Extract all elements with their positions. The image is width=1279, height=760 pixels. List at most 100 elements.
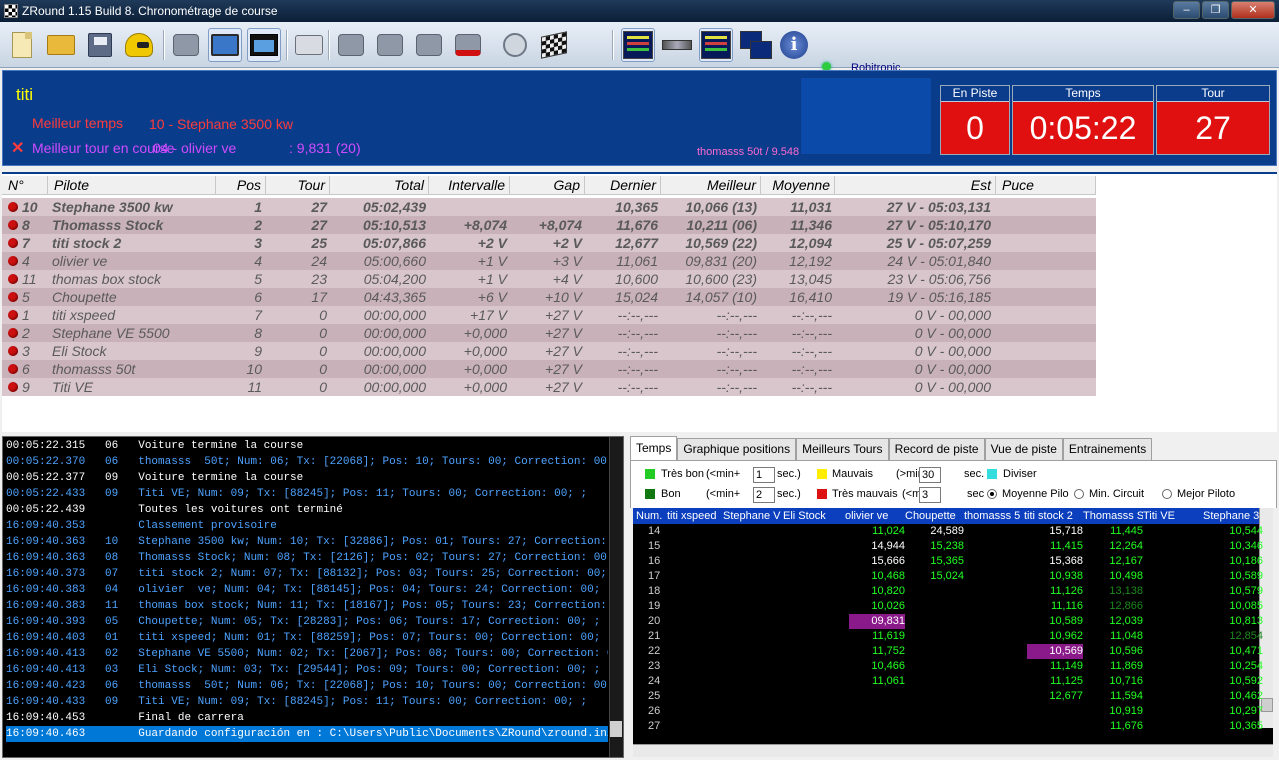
results-screen-icon[interactable] bbox=[621, 28, 655, 62]
cell-tour: 23 bbox=[311, 271, 327, 287]
mauvais-swatch bbox=[817, 469, 827, 479]
bon-input[interactable]: 2 bbox=[753, 487, 775, 503]
log-scrollbar[interactable] bbox=[609, 437, 623, 757]
new-file-icon[interactable] bbox=[5, 28, 39, 62]
stopwatch-icon[interactable] bbox=[498, 28, 532, 62]
info-icon[interactable]: i bbox=[777, 28, 811, 62]
checkered-flag-icon[interactable] bbox=[537, 28, 571, 62]
cell-gap: +8,074 bbox=[538, 217, 582, 233]
log-num: 11 bbox=[105, 600, 119, 612]
column-header-gap[interactable]: Gap bbox=[510, 176, 585, 195]
log-num: 01 bbox=[105, 632, 119, 644]
column-header-pilote[interactable]: Pilote bbox=[48, 176, 216, 195]
settings-toolbox-icon[interactable] bbox=[169, 28, 203, 62]
mauvais-input[interactable]: 30 bbox=[919, 467, 941, 483]
tab-record-de-piste[interactable]: Record de piste bbox=[888, 438, 985, 460]
live-screen-icon[interactable] bbox=[699, 28, 733, 62]
table-row[interactable]: 9 Titi VE 11 0 00:00,000 +0,000 +27 V --:--,---… bbox=[2, 378, 1096, 396]
driver-helmet-icon[interactable] bbox=[122, 28, 156, 62]
lap-grid-column[interactable]: titi xspeed bbox=[667, 508, 723, 524]
lap-grid-column[interactable]: Eli Stock bbox=[783, 508, 843, 524]
record-icon[interactable] bbox=[412, 28, 446, 62]
cell-total: 05:02,439 bbox=[362, 199, 426, 215]
toolbar-separator bbox=[328, 30, 330, 60]
lap-time-cell: 10,716 bbox=[1109, 675, 1143, 687]
tab-meilleurs-tours[interactable]: Meilleurs Tours bbox=[796, 438, 889, 460]
save-disk-icon[interactable] bbox=[83, 28, 117, 62]
tab-entrainements[interactable]: Entrainements bbox=[1062, 438, 1153, 460]
lap-grid-column[interactable]: Thomasss S bbox=[1083, 508, 1143, 524]
maximize-icon[interactable]: ❐ bbox=[1202, 1, 1229, 19]
multi-window-icon[interactable] bbox=[738, 28, 772, 62]
table-row[interactable]: 5 Choupette 6 17 04:43,365 +6 V +10 V 15,024 14,… bbox=[2, 288, 1096, 306]
lap-number: 26 bbox=[648, 705, 661, 717]
column-header-est[interactable]: Est bbox=[835, 176, 996, 195]
log-num: 07 bbox=[105, 568, 119, 580]
tab-graphique-positions[interactable]: Graphique positions bbox=[677, 438, 797, 460]
printer-icon[interactable] bbox=[292, 28, 326, 62]
cell-tour: 27 bbox=[311, 217, 327, 233]
cell-num: 2 bbox=[22, 325, 30, 341]
lap-number: 14 bbox=[648, 525, 661, 537]
display-monitor-icon[interactable] bbox=[208, 28, 242, 62]
close-icon[interactable]: ✕ bbox=[1231, 1, 1275, 19]
cell-total: 00:00,000 bbox=[363, 307, 426, 323]
lap-times-grid: Num. titi xspeed Stephane V Eli Stock olivie… bbox=[633, 508, 1273, 744]
table-row[interactable]: 1 titi xspeed 7 0 00:00,000 +17 V +27 V --:--,-… bbox=[2, 306, 1096, 324]
column-header-dernier[interactable]: Dernier bbox=[585, 176, 661, 195]
table-row[interactable]: 4 olivier ve 4 24 05:00,660 +1 V +3 V 11,061 09,… bbox=[2, 252, 1096, 270]
table-row[interactable]: 8 Thomasss Stock 2 27 05:10,513 +8,074 +8,074 1… bbox=[2, 216, 1096, 234]
open-folder-icon[interactable] bbox=[44, 28, 78, 62]
race-film-icon[interactable] bbox=[247, 28, 281, 62]
lap-grid-column[interactable]: Choupette bbox=[905, 508, 964, 524]
cell-total: 00:00,000 bbox=[363, 325, 426, 341]
log-time: 00:05:22.377 bbox=[6, 472, 86, 484]
tres-bon-input[interactable]: 1 bbox=[753, 467, 775, 483]
log-scroll-thumb[interactable] bbox=[610, 721, 622, 737]
lap-grid-column[interactable]: Stephane V bbox=[723, 508, 783, 524]
cell-est: 27 V - 05:03,131 bbox=[886, 199, 991, 215]
announcer-icon[interactable] bbox=[334, 28, 368, 62]
cell-pilote: thomasss 50t bbox=[52, 361, 136, 377]
interface-bar-icon[interactable] bbox=[660, 28, 694, 62]
camera-icon[interactable] bbox=[373, 28, 407, 62]
tab-vue-de-piste[interactable]: Vue de piste bbox=[984, 438, 1063, 460]
column-header-meilleur[interactable]: Meilleur bbox=[661, 176, 761, 195]
column-header-intervalle[interactable]: Intervalle bbox=[429, 176, 510, 195]
log-line: 00:05:22.315 06 Voiture termine la cours… bbox=[6, 438, 608, 454]
table-row[interactable]: 11 thomas box stock 5 23 05:04,200 +1 V +4 V 10… bbox=[2, 270, 1096, 288]
column-header-pos[interactable]: Pos bbox=[216, 176, 266, 195]
lap-grid-column[interactable]: olivier ve bbox=[845, 508, 905, 524]
log-num: 03 bbox=[105, 664, 119, 676]
mejor-piloto-radio[interactable] bbox=[1162, 489, 1172, 499]
table-row[interactable]: 10 Stephane 3500 kw 1 27 05:02,439 10,365 10,0… bbox=[2, 198, 1096, 216]
lap-grid-column[interactable]: titi stock 2 bbox=[1024, 508, 1083, 524]
column-header-moyenne[interactable]: Moyenne bbox=[761, 176, 835, 195]
lap-grid-column[interactable]: Titi VE bbox=[1143, 508, 1203, 524]
moyenne-radio[interactable] bbox=[987, 489, 997, 499]
column-header-tour[interactable]: Tour bbox=[266, 176, 330, 195]
timer-record-icon[interactable] bbox=[451, 28, 485, 62]
lap-time-cell: 10,813 bbox=[1229, 615, 1263, 627]
lap-grid-column[interactable]: Num. bbox=[636, 508, 666, 524]
cell-num: 9 bbox=[22, 379, 30, 395]
lap-grid-column[interactable]: Stephane 3 bbox=[1203, 508, 1263, 524]
column-header-total[interactable]: Total bbox=[330, 176, 429, 195]
minimize-icon[interactable]: – bbox=[1173, 1, 1200, 19]
table-row[interactable]: 3 Eli Stock 9 0 00:00,000 +0,000 +27 V --:--,--… bbox=[2, 342, 1096, 360]
tres-mauvais-input[interactable]: 3 bbox=[919, 487, 941, 503]
table-row[interactable]: 7 titi stock 2 3 25 05:07,866 +2 V +2 V 12,677 1… bbox=[2, 234, 1096, 252]
log-text: Eli Stock; Num: 03; Tx: [29544]; Pos: 09… bbox=[138, 664, 601, 676]
min-circuit-radio[interactable] bbox=[1074, 489, 1084, 499]
table-row[interactable]: 6 thomasss 50t 10 0 00:00,000 +0,000 +27 V --:-… bbox=[2, 360, 1096, 378]
column-header-puce[interactable]: Puce bbox=[996, 176, 1096, 195]
lap-grid-hscroll[interactable] bbox=[633, 744, 1273, 757]
lap-grid-column[interactable]: thomasss 5 bbox=[964, 508, 1024, 524]
column-header-n[interactable]: N° bbox=[2, 176, 48, 195]
log-time: 16:09:40.363 bbox=[6, 536, 86, 548]
reset-x-icon[interactable]: ✕ bbox=[11, 138, 24, 158]
best-time-label: Meilleur temps bbox=[32, 115, 124, 131]
lap-time-cell: 13,138 bbox=[1109, 585, 1143, 597]
tab-temps[interactable]: Temps bbox=[630, 436, 678, 460]
table-row[interactable]: 2 Stephane VE 5500 8 0 00:00,000 +0,000 +27 V -… bbox=[2, 324, 1096, 342]
